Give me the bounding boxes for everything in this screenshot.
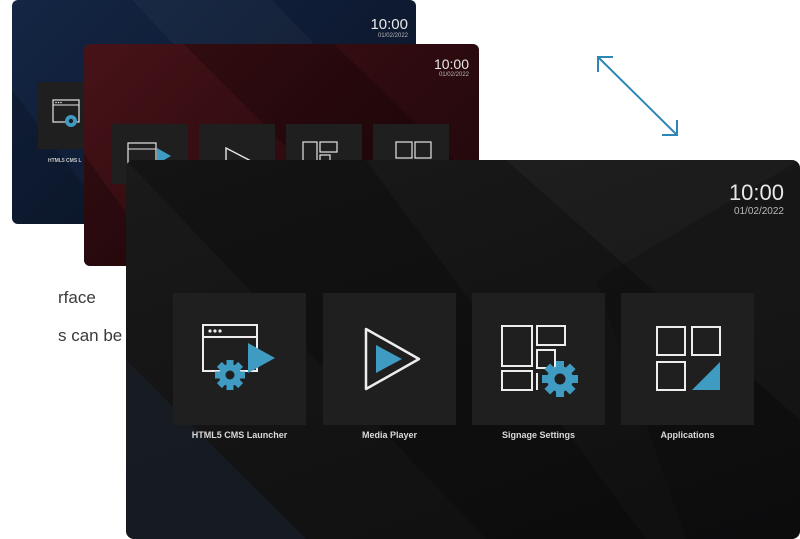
play-icon	[364, 327, 421, 391]
main-clock-date: 01/02/2022	[733, 206, 784, 217]
tile-label-applications: Applications	[660, 430, 715, 440]
blue-tile-label: HTML5 CMS L	[48, 158, 82, 164]
main-screen: 10:00 01/02/2022 HTML5 CMS Launcher Medi…	[126, 160, 800, 539]
browser-gear-icon	[202, 324, 275, 390]
bg-text-line-2: s can be	[58, 326, 123, 345]
gear-icon	[542, 361, 578, 397]
blue-clock: 10:00 01/02/2022	[370, 17, 408, 39]
main-clock: 10:00 01/02/2022	[728, 180, 784, 218]
tile-label-media-player: Media Player	[361, 430, 418, 440]
gear-icon	[215, 360, 245, 390]
blue-clock-date: 01/02/2022	[377, 33, 408, 39]
browser-gear-icon	[52, 99, 80, 127]
tile-label-html5-cms-launcher: HTML5 CMS Launcher	[191, 430, 288, 440]
tile-label-signage-settings: Signage Settings	[501, 430, 575, 440]
tile-media-player[interactable]	[323, 293, 456, 425]
layout-gear-icon	[501, 325, 578, 397]
red-clock: 10:00 01/02/2022	[434, 57, 469, 78]
resize-arrow-icon	[597, 56, 678, 136]
red-clock-time: 10:00	[433, 56, 469, 72]
tile-html5-cms-launcher[interactable]	[173, 293, 306, 425]
blue-clock-time: 10:00	[370, 16, 408, 33]
red-clock-date: 01/02/2022	[438, 72, 469, 78]
tile-applications[interactable]	[621, 293, 754, 425]
bg-text-line-1: rface	[58, 288, 96, 307]
apps-grid-icon	[656, 326, 721, 391]
tile-signage-settings[interactable]	[472, 293, 605, 425]
main-clock-time: 10:00	[728, 180, 784, 205]
